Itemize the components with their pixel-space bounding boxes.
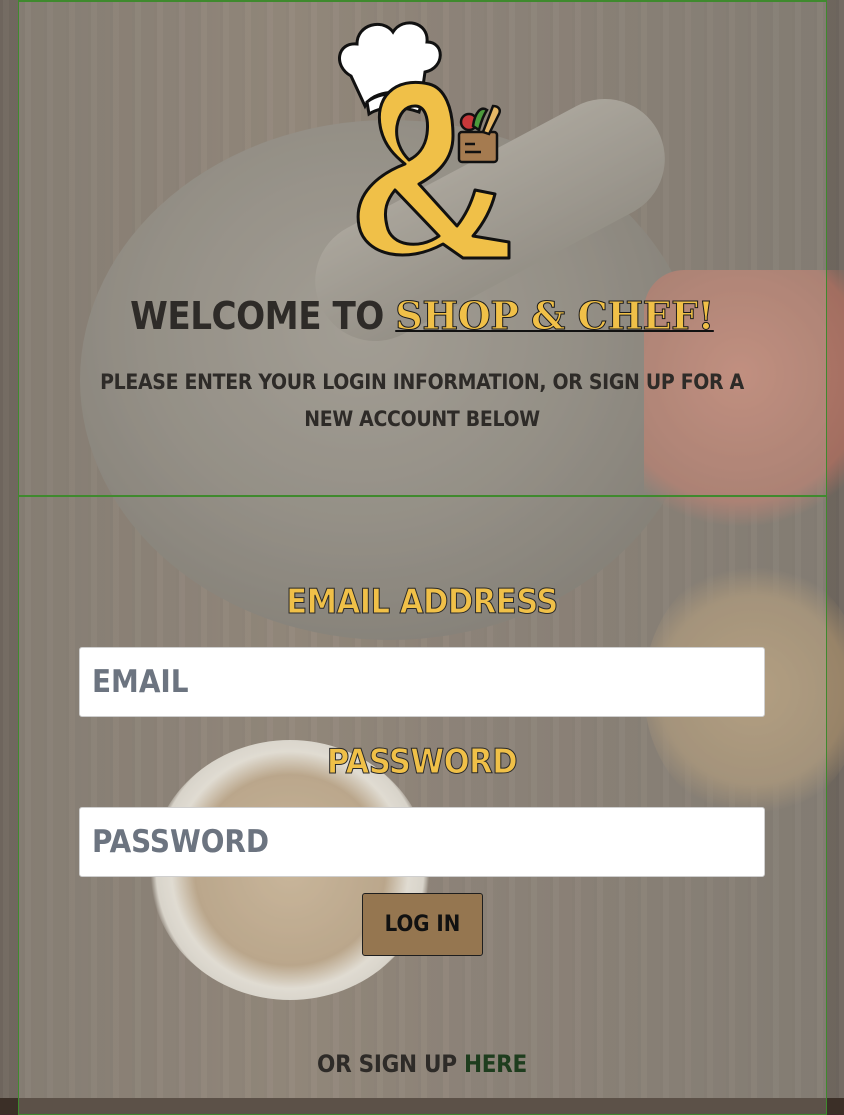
signup-link[interactable]: here (464, 1050, 527, 1078)
password-input[interactable] (79, 807, 765, 877)
welcome-prefix: Welcome to (130, 294, 396, 338)
shop-and-chef-logo-icon (338, 21, 511, 260)
signup-prompt: or sign up here (0, 1050, 844, 1078)
email-input[interactable] (79, 647, 765, 717)
welcome-heading: Welcome to Shop & Chef! (0, 293, 844, 339)
signup-prefix: or sign up (317, 1050, 464, 1078)
password-label: Password (326, 742, 518, 783)
brand-name: Shop & Chef! (395, 293, 715, 339)
email-label: Email Address (286, 582, 559, 623)
login-instructions: Please enter your login information, or … (100, 370, 744, 431)
login-button[interactable]: Log In (362, 893, 483, 956)
